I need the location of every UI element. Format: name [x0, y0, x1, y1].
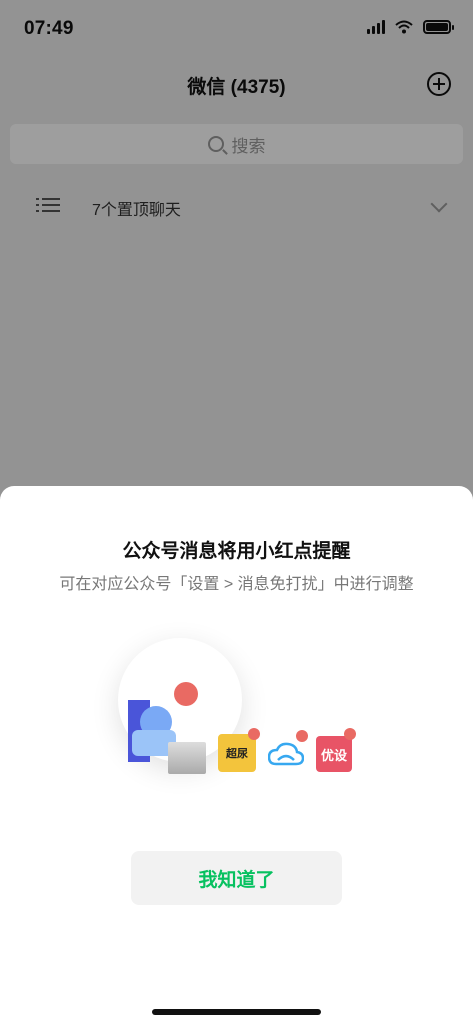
thumb-pink-text: 优设	[320, 747, 347, 763]
account-thumbnail-yellow: 超尿	[218, 734, 256, 772]
sheet-title: 公众号消息将用小红点提醒	[122, 541, 351, 562]
got-it-button[interactable]: 我知道了	[131, 851, 342, 905]
red-dot-badge	[344, 728, 356, 740]
red-dot-badge	[248, 728, 260, 740]
account-thumbnail	[168, 742, 206, 774]
home-indicator[interactable]	[152, 1009, 321, 1015]
red-dot-badge	[296, 730, 308, 742]
red-dot-illustration: 超尿 优设	[110, 634, 370, 784]
cloud-icon	[268, 742, 304, 766]
red-dot-badge	[174, 682, 198, 706]
notice-bottom-sheet: 公众号消息将用小红点提醒 可在对应公众号「设置 > 消息免打扰」中进行调整 超尿…	[0, 486, 473, 1024]
account-thumbnail-pink: 优设	[316, 736, 352, 772]
thumb-yellow-text: 超尿	[226, 748, 248, 760]
sheet-subtitle: 可在对应公众号「设置 > 消息免打扰」中进行调整	[59, 576, 414, 593]
